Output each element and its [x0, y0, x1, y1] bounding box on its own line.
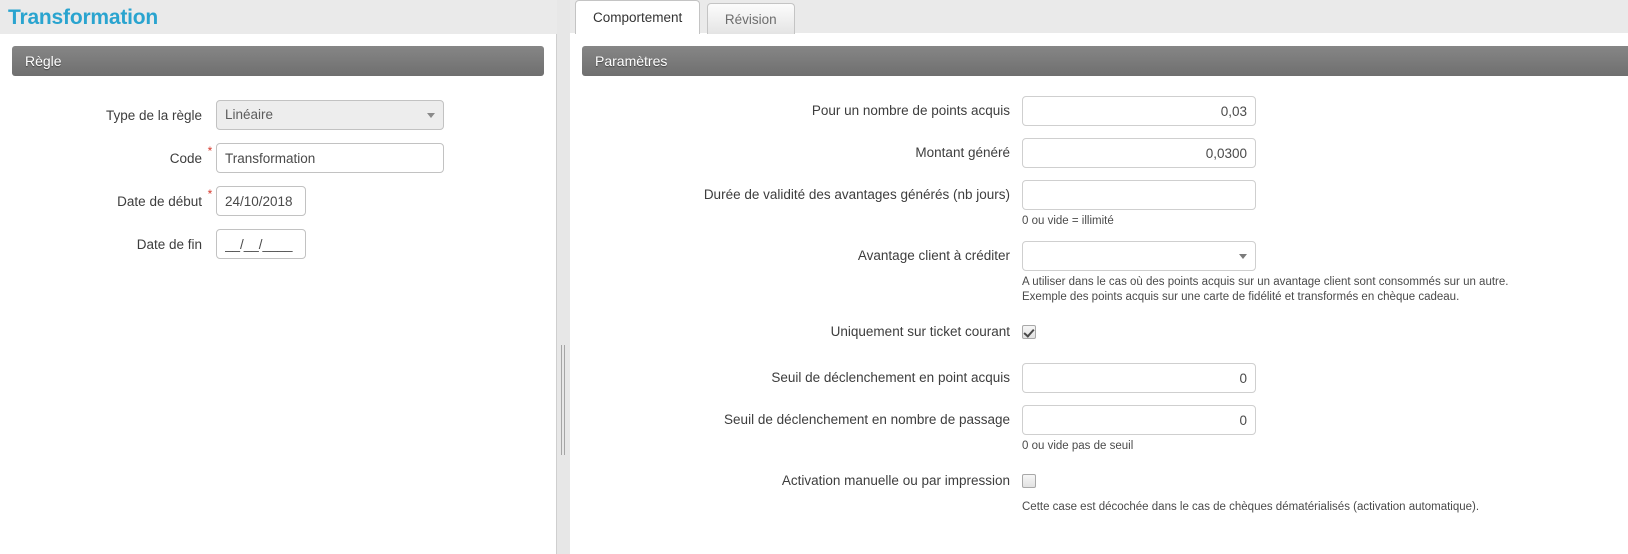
hint-client-benefit-line2: Exemple des points acquis sur une carte … — [1022, 291, 1460, 303]
label-threshold-points: Seuil de déclenchement en point acquis — [771, 370, 1010, 385]
label-rule-type: Type de la règle — [105, 107, 202, 123]
amount-generated-wrapper — [1022, 138, 1628, 168]
field-row-client-benefit: Avantage client à créditer A utiliser da… — [582, 241, 1628, 305]
field-row-points-acquired: Pour un nombre de points acquis — [582, 96, 1628, 126]
required-marker-code: * — [207, 144, 213, 158]
hint-client-benefit-line1: A utiliser dans le cas où des points acq… — [1022, 276, 1509, 288]
client-benefit-wrapper: A utiliser dans le cas où des points acq… — [1022, 241, 1628, 305]
validity-duration-wrapper: 0 ou vide = illimité — [1022, 180, 1628, 229]
field-row-threshold-points: Seuil de déclenchement en point acquis — [582, 363, 1628, 393]
required-marker-start-date: * — [207, 187, 213, 201]
left-panel: Transformation Règle Type de la règle Li… — [0, 0, 557, 554]
rule-form: Type de la règle Linéaire Code * Transfo… — [12, 100, 544, 259]
panel-splitter[interactable] — [557, 0, 570, 554]
label-points-acquired: Pour un nombre de points acquis — [811, 103, 1010, 118]
rule-type-value: Linéaire — [225, 107, 274, 122]
label-client-benefit: Avantage client à créditer — [857, 248, 1010, 263]
page-header: Transformation — [0, 0, 557, 34]
code-input[interactable] — [216, 143, 444, 173]
manual-activation-wrapper: Cette case est décochée dans le cas de c… — [1022, 466, 1628, 515]
rule-panel-body: Règle Type de la règle Linéaire Code * T… — [0, 34, 557, 554]
start-date-input[interactable] — [216, 186, 306, 216]
label-threshold-passages: Seuil de déclenchement en nombre de pass… — [724, 412, 1010, 427]
manual-activation-checkbox[interactable] — [1022, 474, 1036, 488]
end-date-input[interactable] — [216, 229, 306, 259]
field-row-end-date: Date de fin — [12, 229, 544, 259]
start-date-input-wrapper — [216, 186, 306, 216]
points-acquired-input[interactable] — [1022, 96, 1256, 126]
points-acquired-wrapper — [1022, 96, 1628, 126]
field-row-only-current-ticket: Uniquement sur ticket courant — [582, 317, 1628, 347]
label-only-current-ticket: Uniquement sur ticket courant — [830, 324, 1010, 339]
chevron-down-icon — [427, 113, 435, 118]
only-current-ticket-wrapper — [1022, 317, 1628, 339]
end-date-input-wrapper — [216, 229, 306, 259]
section-header-regle: Règle — [12, 46, 544, 76]
field-row-threshold-passages: Seuil de déclenchement en nombre de pass… — [582, 405, 1628, 454]
tab-comportement[interactable]: Comportement — [575, 0, 701, 34]
threshold-passages-wrapper: 0 ou vide pas de seuil — [1022, 405, 1628, 454]
hint-validity-duration: 0 ou vide = illimité — [1022, 215, 1114, 227]
label-amount-generated: Montant généré — [915, 145, 1010, 160]
label-manual-activation: Activation manuelle ou par impression — [781, 473, 1010, 488]
label-code: Code — [169, 150, 202, 166]
rule-type-select-wrapper: Linéaire — [216, 100, 444, 130]
field-row-start-date: Date de début * — [12, 186, 544, 216]
label-validity-duration: Durée de validité des avantages générés … — [703, 187, 1010, 202]
field-row-manual-activation: Activation manuelle ou par impression Ce… — [582, 466, 1628, 515]
field-row-code: Code * — [12, 143, 544, 173]
hint-manual-activation: Cette case est décochée dans le cas de c… — [1022, 501, 1480, 513]
application-window: Transformation Règle Type de la règle Li… — [0, 0, 1628, 554]
tab-strip: Comportement Révision — [570, 0, 1628, 34]
field-row-validity-duration: Durée de validité des avantages générés … — [582, 180, 1628, 229]
right-panel: Comportement Révision Paramètres Pour un… — [570, 0, 1628, 554]
client-benefit-select[interactable] — [1022, 241, 1256, 271]
label-end-date: Date de fin — [136, 236, 202, 252]
chevron-down-icon — [1239, 254, 1247, 259]
threshold-points-input[interactable] — [1022, 363, 1256, 393]
threshold-passages-input[interactable] — [1022, 405, 1256, 435]
label-start-date: Date de début — [117, 193, 202, 209]
rule-type-select[interactable]: Linéaire — [216, 100, 444, 130]
tab-revision[interactable]: Révision — [706, 3, 795, 34]
field-row-amount-generated: Montant généré — [582, 138, 1628, 168]
splitter-grip-icon[interactable] — [561, 345, 565, 455]
threshold-points-wrapper — [1022, 363, 1628, 393]
validity-duration-input[interactable] — [1022, 180, 1256, 210]
amount-generated-input[interactable] — [1022, 138, 1256, 168]
section-header-parametres: Paramètres — [582, 46, 1628, 76]
page-title: Transformation — [8, 6, 159, 29]
code-input-wrapper — [216, 143, 444, 173]
parameters-panel-body: Paramètres Pour un nombre de points acqu… — [570, 34, 1628, 554]
field-row-rule-type: Type de la règle Linéaire — [12, 100, 544, 130]
parameters-form: Pour un nombre de points acquis Montant … — [582, 96, 1628, 515]
only-current-ticket-checkbox[interactable] — [1022, 325, 1036, 339]
hint-threshold-passages: 0 ou vide pas de seuil — [1022, 440, 1134, 452]
